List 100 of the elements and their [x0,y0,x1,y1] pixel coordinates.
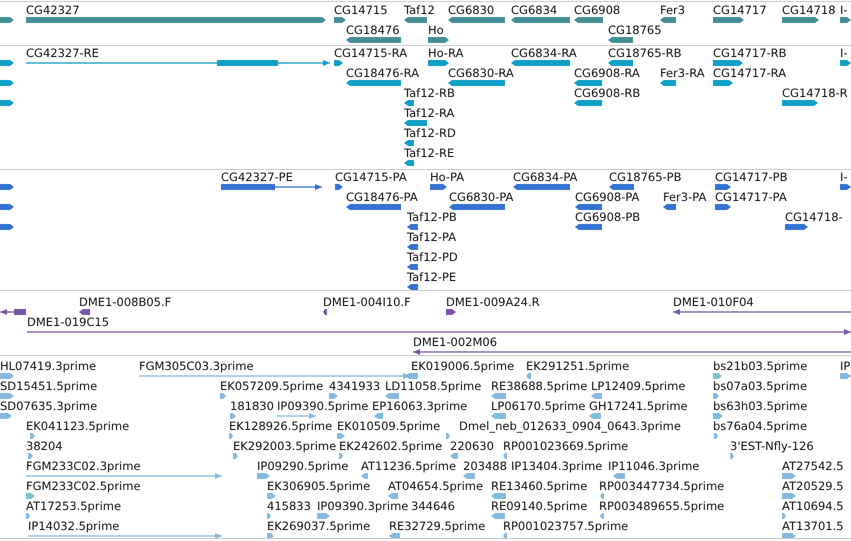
feature-glyph[interactable] [346,80,401,86]
feature-glyph[interactable] [713,80,733,86]
feature-glyph[interactable] [334,17,346,23]
feature-label: EK128926.5prime [229,419,332,433]
feature-glyph[interactable] [574,17,603,23]
feature-glyph[interactable] [0,17,14,23]
feature-glyph[interactable] [663,204,676,210]
feature-label: I- [840,46,848,60]
feature-label: 203488 [463,459,507,473]
feature-glyph[interactable] [404,160,414,166]
feature-glyph[interactable] [673,309,851,315]
feature-glyph[interactable] [575,224,602,230]
feature-glyph[interactable] [0,184,14,190]
feature-label: CG18476 [346,23,400,37]
feature-glyph[interactable] [0,60,14,66]
feature-glyph[interactable] [407,284,418,290]
feature-glyph[interactable] [660,80,676,86]
feature-glyph[interactable] [221,184,322,190]
feature-glyph[interactable] [346,204,401,210]
feature-glyph[interactable] [782,100,818,106]
feature-glyph[interactable] [511,17,570,23]
feature-glyph[interactable] [715,184,731,190]
feature-glyph[interactable] [0,80,14,86]
feature-label: bs76a04.5prime [713,419,808,433]
feature-label: CG14717-RA [713,66,786,80]
feature-glyph[interactable] [513,184,570,190]
feature-label: bs21b03.5prime [713,359,808,373]
feature-glyph[interactable] [448,80,505,86]
feature-glyph[interactable] [574,100,602,106]
feature-glyph[interactable] [840,17,851,23]
feature-glyph[interactable] [407,244,418,250]
feature-label: IP09290.5prime [257,459,348,473]
feature-glyph[interactable] [840,60,851,66]
feature-glyph[interactable] [449,204,505,210]
feature-glyph[interactable] [428,60,449,66]
feature-label: SD15451.5prime [0,379,98,393]
feature-label: AT04654.5prime [388,479,484,493]
feature-glyph[interactable] [334,60,343,66]
feature-glyph[interactable] [608,37,633,43]
feature-glyph[interactable] [840,184,851,190]
feature-glyph[interactable] [335,184,343,190]
feature-label: Taf12-RA [404,106,454,120]
feature-label: Taf12-RB [404,86,455,100]
feature-glyph[interactable] [448,17,505,23]
feature-label: DME1-008B05.F [79,295,172,309]
feature-label: CG6830-PA [449,190,514,204]
feature-label: CG6908-RB [574,86,640,100]
feature-glyph[interactable] [713,17,744,23]
feature-glyph[interactable] [404,120,427,126]
feature-glyph[interactable] [713,60,743,66]
feature-glyph[interactable] [608,60,633,66]
feature-label: IP09390.5prime [277,399,368,413]
feature-label: Taf12-PD [407,250,458,264]
feature-label: CG14715 [334,3,388,17]
feature-glyph[interactable] [404,17,427,23]
feature-glyph[interactable] [26,60,330,66]
feature-label: CG14717-PB [715,170,788,184]
feature-glyph[interactable] [0,309,26,315]
feature-glyph[interactable] [404,140,414,146]
feature-glyph[interactable] [782,17,819,23]
feature-glyph[interactable] [0,224,14,230]
feature-glyph[interactable] [609,184,634,190]
feature-glyph[interactable] [511,60,570,66]
feature-glyph[interactable] [574,80,602,86]
feature-glyph[interactable] [715,204,731,210]
feature-glyph[interactable] [660,17,676,23]
feature-glyph[interactable] [0,100,14,106]
feature-glyph[interactable] [27,329,851,335]
feature-label: CG42327 [26,3,80,17]
feature-glyph[interactable] [79,309,90,315]
feature-label: SD07635.3prime [0,399,98,413]
feature-glyph[interactable] [785,224,808,230]
feature-glyph[interactable] [0,204,14,210]
feature-label: AT11236.5prime [361,459,456,473]
feature-label: CG42327-PE [221,170,293,184]
feature-glyph[interactable] [446,309,456,315]
feature-glyph[interactable] [407,264,418,270]
feature-glyph[interactable] [413,349,851,355]
feature-label: Fer3-PA [663,190,706,204]
feature-glyph[interactable] [404,100,414,106]
feature-glyph[interactable] [428,37,449,43]
feature-label: CG18476-PA [346,190,418,204]
feature-glyph[interactable] [430,184,447,190]
feature-label: RE13460.5prime [491,479,588,493]
feature-label: CG6830-RA [448,66,514,80]
feature-glyph[interactable] [407,224,418,230]
feature-label: EK292003.5prime [233,439,336,453]
feature-label: CG6834 [511,3,558,17]
feature-label: RE09140.5prime [491,499,588,513]
feature-label: AT27542.5 [782,459,844,473]
feature-label: AT17253.5prime [26,499,122,513]
feature-label: CG6908 [574,3,620,17]
feature-label: EK057209.5prime [220,379,324,393]
feature-label: DME1-010F04 [673,295,754,309]
feature-label: CG18765-PB [609,170,682,184]
feature-glyph[interactable] [346,37,401,43]
feature-label: 181830 [230,399,274,413]
feature-label: Ho-PA [430,170,464,184]
feature-glyph[interactable] [575,204,602,210]
feature-glyph[interactable] [323,309,327,315]
